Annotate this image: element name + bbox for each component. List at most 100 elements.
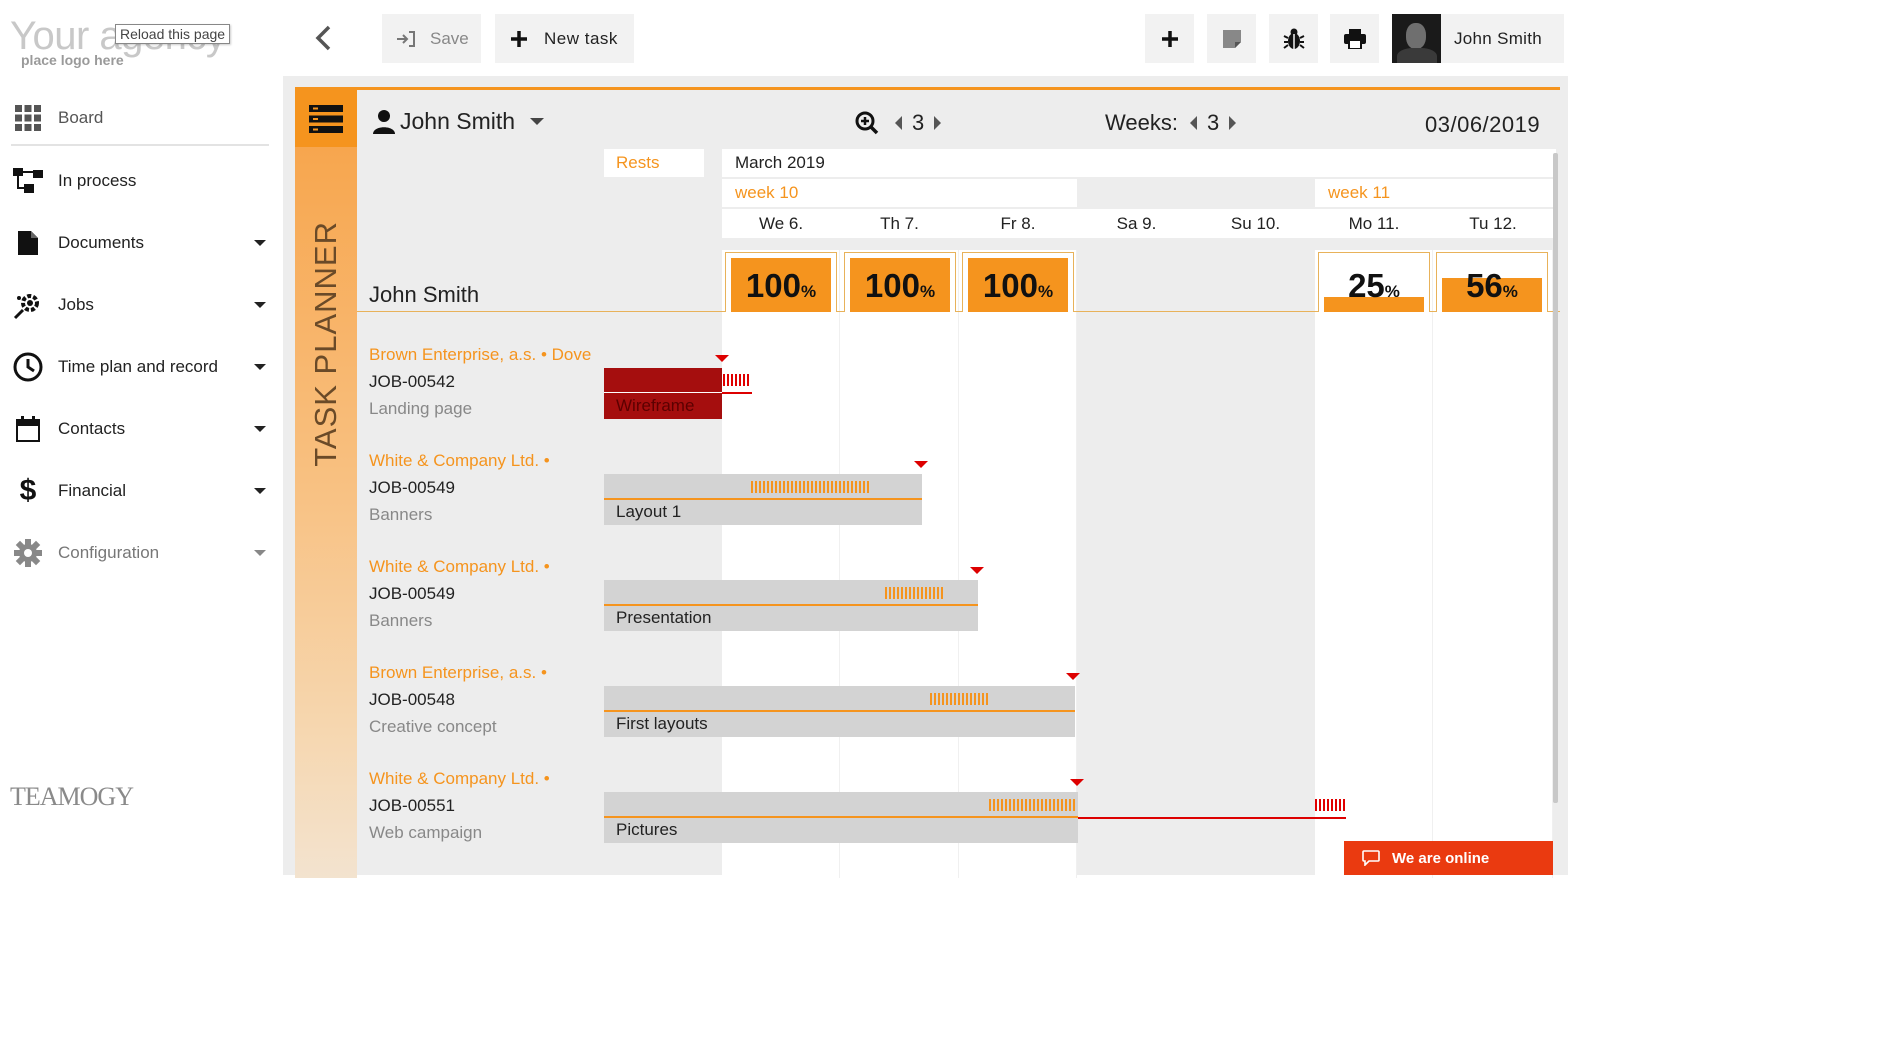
chevron-down-icon[interactable] xyxy=(254,302,266,308)
load-indicator[interactable]: 56% xyxy=(1436,252,1548,312)
sidebar-item-documents[interactable]: Documents xyxy=(0,212,283,274)
save-button[interactable]: Save xyxy=(382,14,481,63)
overdue-line xyxy=(1078,817,1346,819)
chevron-down-icon[interactable] xyxy=(254,240,266,246)
avatar xyxy=(1392,14,1441,63)
task-bar[interactable]: First layouts xyxy=(604,686,1075,737)
zoom-in-icon[interactable] xyxy=(855,111,879,135)
plus-icon xyxy=(1161,30,1178,47)
day-column xyxy=(1315,250,1433,878)
progress-hatch xyxy=(989,799,1077,811)
week-header: week 10 xyxy=(722,179,1077,207)
weeks-control: Weeks: 3 xyxy=(1105,110,1237,136)
reload-tooltip: Reload this page xyxy=(115,24,231,44)
load-indicator[interactable]: 100% xyxy=(844,252,956,312)
chevron-down-icon[interactable] xyxy=(254,550,266,556)
live-chat-button[interactable]: We are online xyxy=(1344,841,1553,875)
load-indicator[interactable]: 100% xyxy=(725,252,837,312)
task-label: Layout 1 xyxy=(616,502,682,521)
overdue-hatch xyxy=(723,374,751,386)
job-code[interactable]: JOB-00549 xyxy=(369,478,455,498)
task-bar-line xyxy=(604,498,922,500)
job-client[interactable]: Brown Enterprise, a.s. • Dove xyxy=(369,345,591,365)
planner-list-icon xyxy=(309,104,343,133)
job-code[interactable]: JOB-00551 xyxy=(369,796,455,816)
task-bar-line xyxy=(604,816,1078,818)
sidebar-item-time-plan[interactable]: Time plan and record xyxy=(0,336,283,398)
overdue-line xyxy=(722,392,752,394)
vertical-scrollbar[interactable] xyxy=(1553,153,1558,803)
job-client[interactable]: White & Company Ltd. • xyxy=(369,451,550,471)
new-task-label: New task xyxy=(544,28,618,48)
sidebar-item-label: In process xyxy=(58,171,137,190)
month-header: March 2019 xyxy=(722,149,1556,177)
deadline-marker xyxy=(914,461,928,468)
zoom-increase-arrow[interactable] xyxy=(934,116,942,130)
weeks-decrease-arrow[interactable] xyxy=(1189,116,1197,130)
deadline-marker xyxy=(1066,673,1080,680)
planner-menu-button[interactable] xyxy=(295,90,357,147)
rests-label[interactable]: Rests xyxy=(604,149,704,177)
progress-hatch xyxy=(885,587,945,599)
load-value: 100% xyxy=(982,267,1054,304)
job-code[interactable]: JOB-00548 xyxy=(369,690,455,710)
job-client[interactable]: White & Company Ltd. • xyxy=(369,557,550,577)
save-label: Save xyxy=(430,28,469,48)
progress-hatch xyxy=(930,693,990,705)
agency-logo[interactable]: Your agency place logo here Reload this … xyxy=(10,14,250,74)
sidebar-item-configuration[interactable]: Configuration xyxy=(0,522,283,584)
dollar-icon: $ xyxy=(19,474,37,507)
chevron-down-icon[interactable] xyxy=(254,364,266,370)
job-description: Landing page xyxy=(369,399,473,418)
sidebar-item-board[interactable]: Board xyxy=(0,92,283,144)
task-bar[interactable]: Wireframe xyxy=(604,368,722,419)
teamogy-logo: TEAMOGY xyxy=(10,782,134,811)
job-code[interactable]: JOB-00542 xyxy=(369,372,455,392)
chat-label: We are online xyxy=(1392,849,1490,867)
sidebar-item-label: Configuration xyxy=(58,543,160,562)
sidebar-item-label: Time plan and record xyxy=(58,357,219,376)
load-indicator[interactable]: 25% xyxy=(1318,252,1430,312)
sidebar-item-contacts[interactable]: Contacts xyxy=(0,398,283,460)
job-client[interactable]: White & Company Ltd. • xyxy=(369,769,550,789)
chevron-down-icon[interactable] xyxy=(254,488,266,494)
weeks-value: 3 xyxy=(1206,110,1220,135)
bug-report-button[interactable] xyxy=(1269,14,1318,63)
job-code[interactable]: JOB-00549 xyxy=(369,584,455,604)
notes-button[interactable] xyxy=(1207,14,1256,63)
sidebar-item-financial[interactable]: $ Financial xyxy=(0,460,283,522)
chevron-down-icon xyxy=(530,118,545,125)
load-indicator[interactable]: 100% xyxy=(962,252,1074,312)
zoom-decrease-arrow[interactable] xyxy=(895,116,902,130)
load-value: 25% xyxy=(1348,267,1400,304)
grid-icon xyxy=(13,103,43,133)
sidebar-item-jobs[interactable]: Jobs xyxy=(0,274,283,336)
process-icon xyxy=(13,166,43,196)
job-client[interactable]: Brown Enterprise, a.s. • xyxy=(369,663,547,683)
new-task-button[interactable]: New task xyxy=(495,14,634,63)
clock-icon xyxy=(13,352,43,382)
day-header: Tu 12. xyxy=(1433,209,1553,238)
bug-icon xyxy=(1282,28,1305,49)
collapse-sidebar-button[interactable] xyxy=(308,22,338,54)
current-date[interactable]: 03/06/2019 xyxy=(1425,112,1540,138)
sidebar-item-label: Contacts xyxy=(58,419,126,438)
chevron-down-icon[interactable] xyxy=(254,426,266,432)
day-column xyxy=(722,250,840,878)
weeks-increase-arrow[interactable] xyxy=(1229,116,1237,130)
load-value: 100% xyxy=(745,267,817,304)
sidebar-nav: Board In process Documents Jobs Time pla… xyxy=(0,92,283,584)
user-selector[interactable]: John Smith xyxy=(373,108,545,135)
note-icon xyxy=(1222,29,1241,48)
add-button[interactable] xyxy=(1145,14,1194,63)
day-header: We 6. xyxy=(722,209,840,238)
user-menu-button[interactable]: John Smith xyxy=(1392,14,1564,63)
print-button[interactable] xyxy=(1330,14,1379,63)
sidebar-item-in-process[interactable]: In process xyxy=(0,150,283,212)
day-column xyxy=(1433,250,1553,878)
load-value: 100% xyxy=(864,267,936,304)
job-description: Banners xyxy=(369,611,433,630)
top-toolbar: Save New task John Smith xyxy=(283,0,1568,76)
sidebar-item-label: Jobs xyxy=(58,295,94,314)
deadline-marker xyxy=(1070,779,1084,786)
